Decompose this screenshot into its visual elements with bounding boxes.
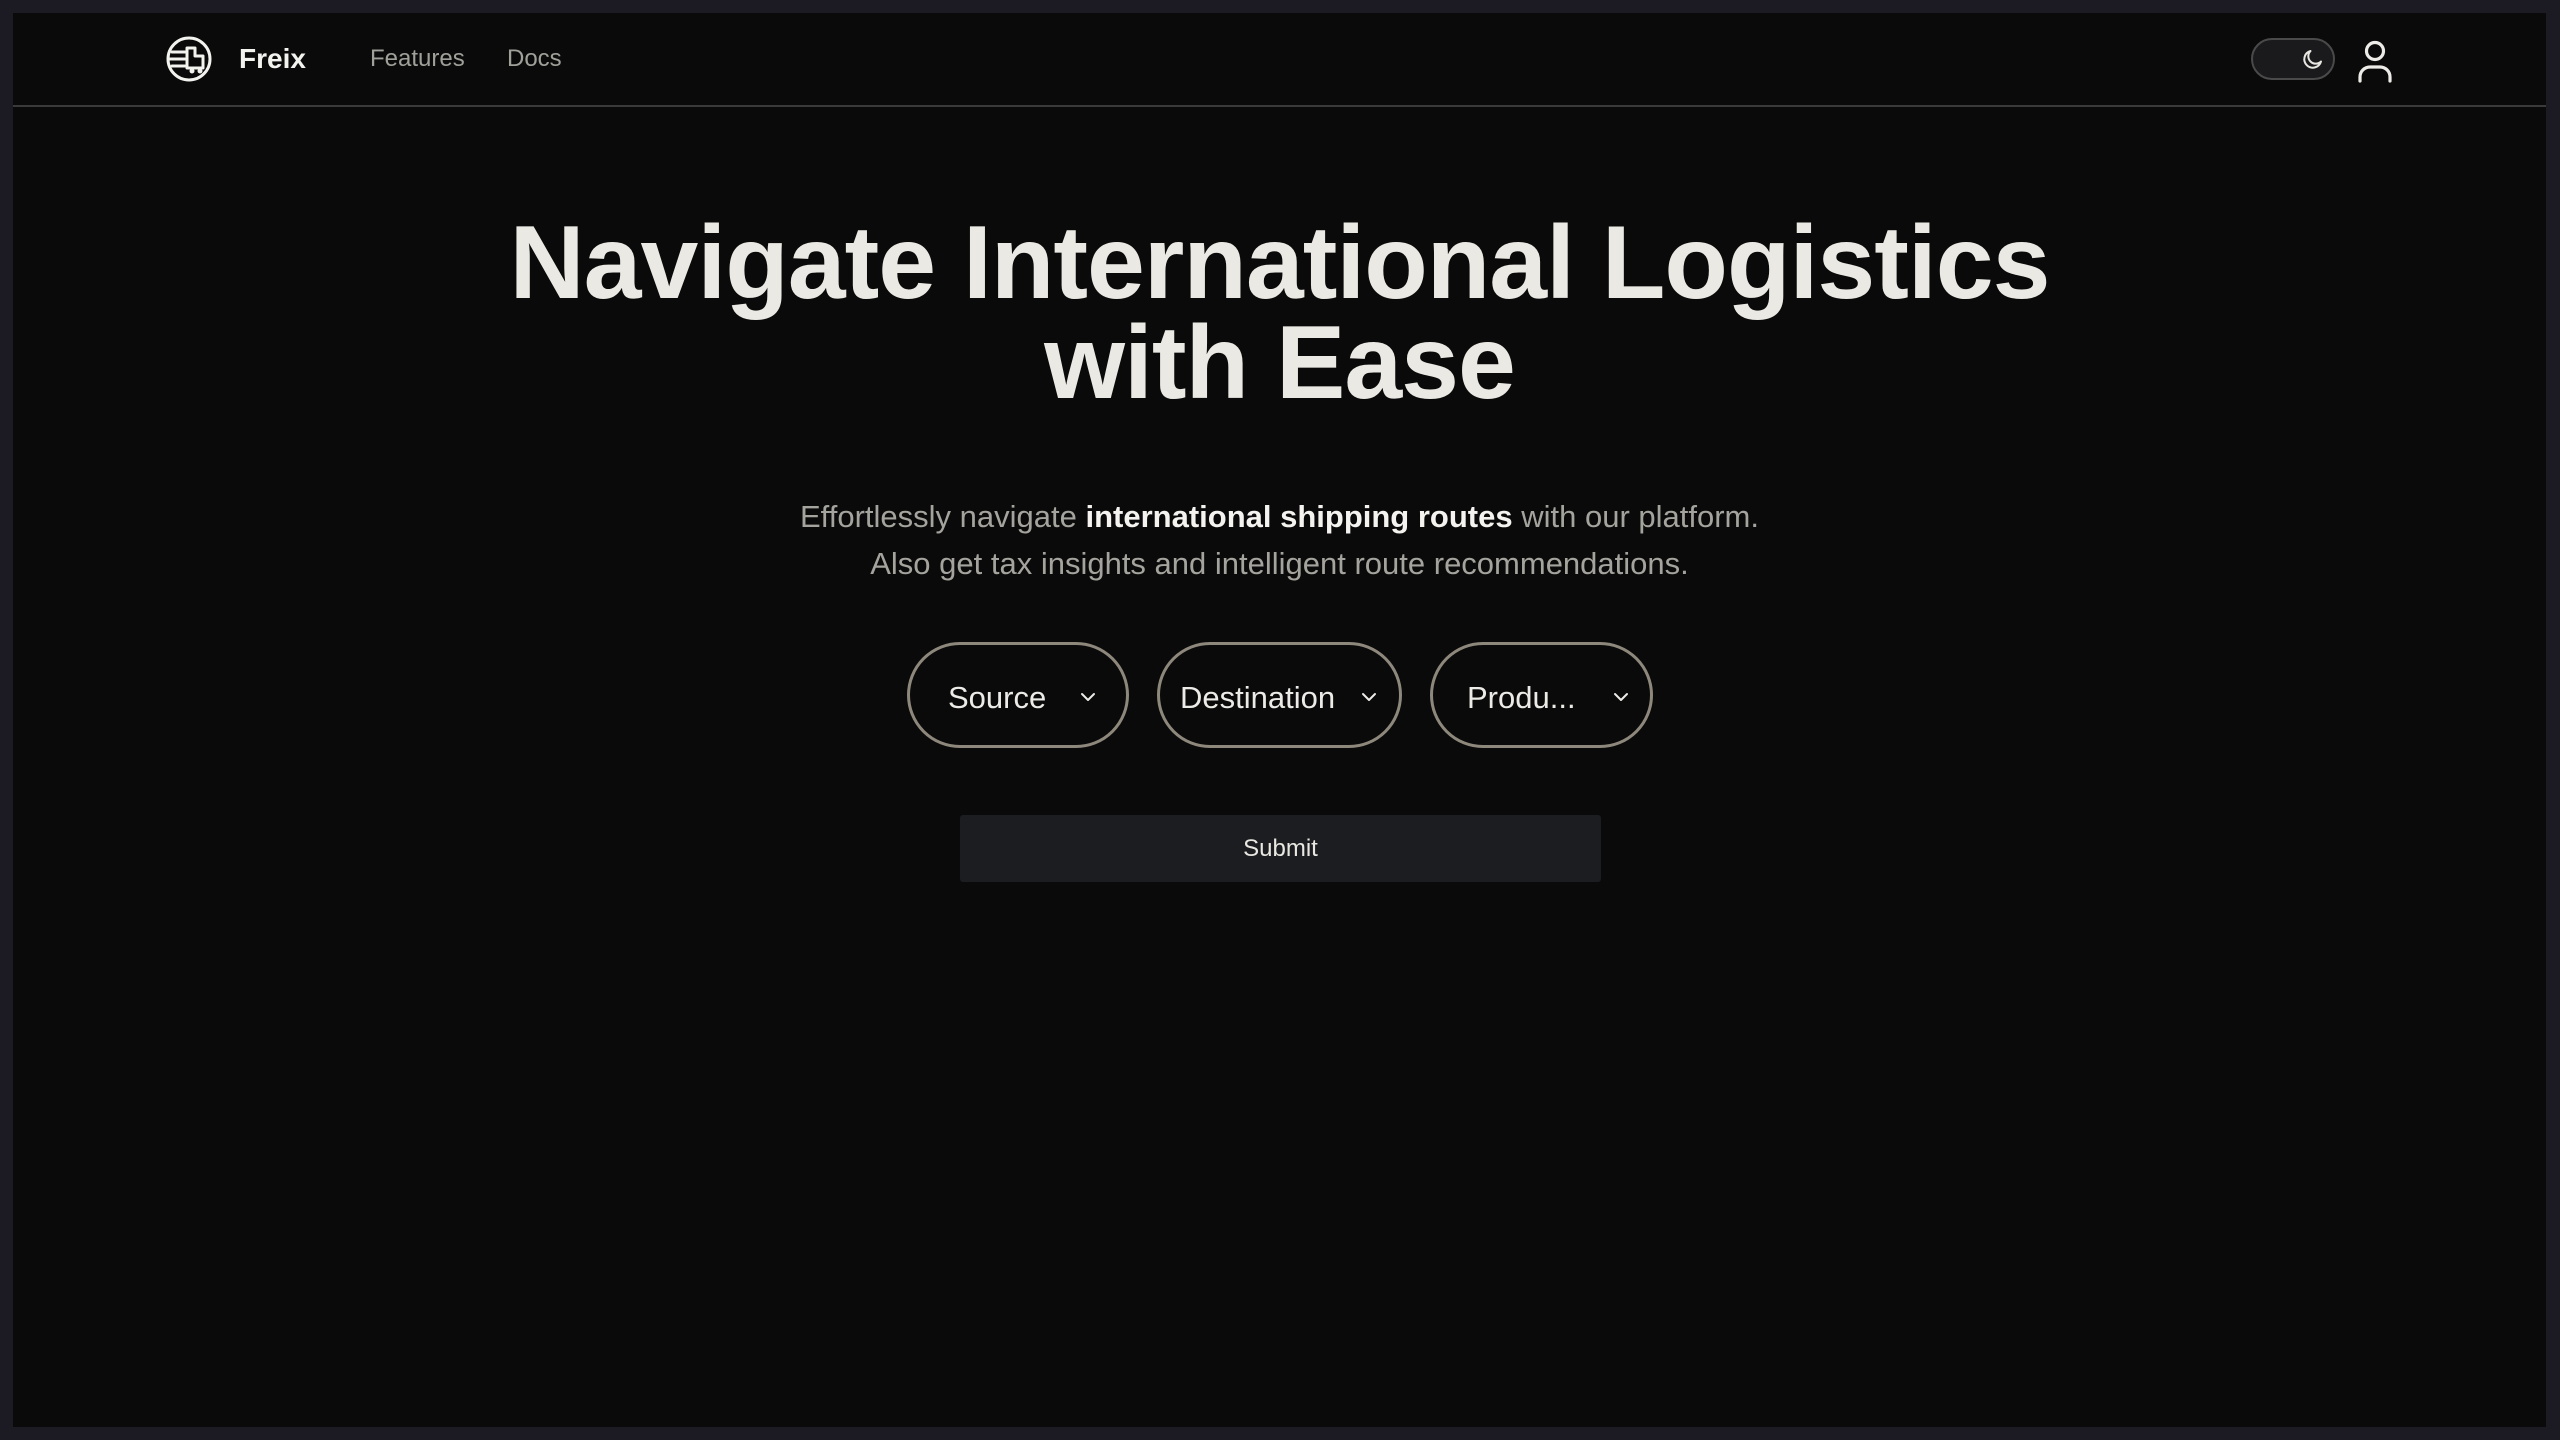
title-line-2: with Ease <box>1044 305 1516 421</box>
chevron-down-icon <box>1362 693 1376 701</box>
submit-button[interactable]: Submit <box>960 815 1601 882</box>
nav-link-docs[interactable]: Docs <box>507 41 562 77</box>
subtitle-text-end: with our platform. <box>1512 499 1759 534</box>
source-select-label: Source <box>948 680 1047 715</box>
app-window: Freix Features Docs Navigate Internation… <box>13 13 2546 1427</box>
chevron-down-icon <box>1081 693 1095 701</box>
title-line-1: Navigate International Logistics <box>509 205 2051 321</box>
page-title: Navigate International Logistics with Ea… <box>13 211 2546 415</box>
nav-link-features[interactable]: Features <box>370 41 465 77</box>
destination-select-label: Destination <box>1180 680 1336 715</box>
destination-select[interactable]: Destination <box>1157 642 1402 748</box>
navbar: Freix Features Docs <box>13 13 2546 107</box>
user-icon[interactable] <box>2355 39 2395 83</box>
product-select[interactable]: Produ... <box>1430 642 1653 748</box>
moon-icon <box>2297 43 2329 75</box>
hero-subtitle: Effortlessly navigate international ship… <box>13 493 2546 587</box>
chevron-down-icon <box>1614 693 1628 701</box>
theme-toggle[interactable] <box>2251 38 2335 80</box>
subtitle-highlight: international shipping routes <box>1085 499 1513 534</box>
source-select[interactable]: Source <box>907 642 1129 748</box>
brand-name[interactable]: Freix <box>239 41 306 77</box>
product-select-label: Produ... <box>1467 680 1576 715</box>
globe-ship-icon[interactable] <box>165 35 213 83</box>
subtitle-line-2: Also get tax insights and intelligent ro… <box>870 546 1689 581</box>
subtitle-text: Effortlessly navigate <box>800 499 1086 534</box>
